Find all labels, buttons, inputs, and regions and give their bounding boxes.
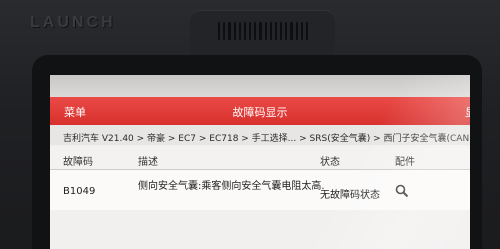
speaker-grille <box>218 22 309 40</box>
diagnostic-device: LAUNCH 菜单 故障码显示 显 吉利汽车 V21.40 > 帝豪 > EC7… <box>0 0 500 249</box>
page-title: 故障码显示 <box>232 106 288 119</box>
screen: 菜单 故障码显示 显 吉利汽车 V21.40 > 帝豪 > EC7 > EC71… <box>50 75 470 249</box>
column-header-description: 描述 <box>138 157 158 168</box>
fault-status: 无故障码状态 <box>320 190 380 201</box>
breadcrumb: 吉利汽车 V21.40 > 帝豪 > EC7 > EC718 > 手工选择...… <box>50 125 470 145</box>
status-strip <box>50 75 470 97</box>
breadcrumb-text: 吉利汽车 V21.40 > 帝豪 > EC7 > EC718 > 手工选择...… <box>63 134 470 144</box>
title-bar: 菜单 故障码显示 显 <box>50 75 470 125</box>
search-icon[interactable] <box>395 184 409 198</box>
display-button[interactable]: 显 <box>465 104 470 120</box>
table-row[interactable]: B1049 侧向安全气囊:乘客侧向安全气囊电阻太高. 无故障码状态 <box>50 170 470 210</box>
fault-code: B1049 <box>63 186 96 197</box>
table-header: 故障码 描述 状态 配件 <box>50 147 470 170</box>
fault-description: 侧向安全气囊:乘客侧向安全气囊电阻太高. <box>138 181 325 192</box>
column-header-part: 配件 <box>395 157 415 168</box>
column-header-status: 状态 <box>320 157 340 168</box>
column-header-code: 故障码 <box>63 157 93 168</box>
brand-logo: LAUNCH <box>30 14 116 31</box>
